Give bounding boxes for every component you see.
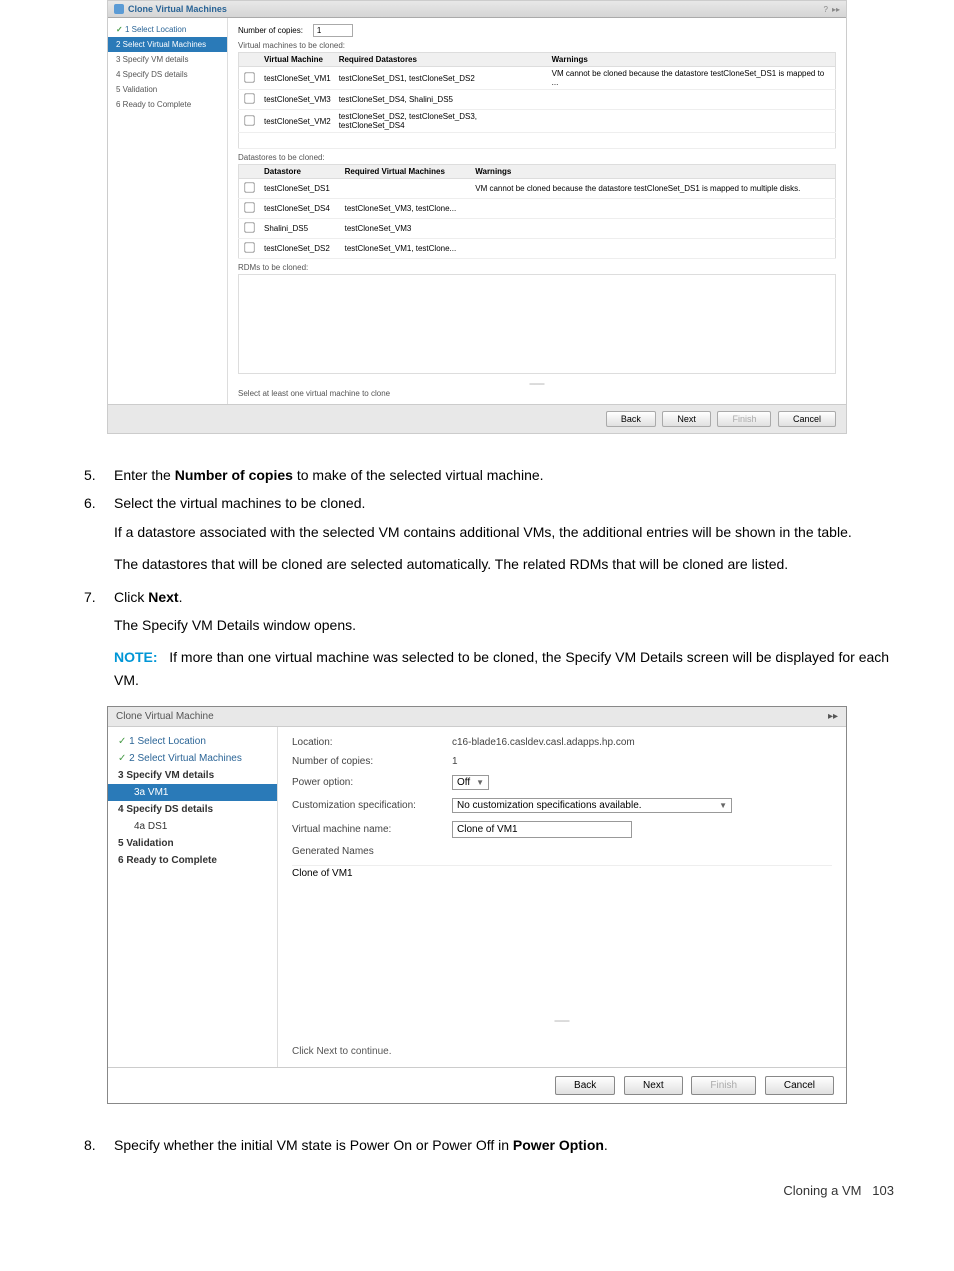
clone-icon [114, 4, 124, 14]
step-number: 5. [84, 464, 114, 486]
note-para: NOTE: If more than one virtual machine w… [114, 646, 894, 691]
ds-table-label: Datastores to be cloned: [238, 153, 836, 162]
wizard-step-vm1[interactable]: 3a VM1 [108, 784, 277, 801]
note-label: NOTE: [114, 649, 158, 665]
clone-vm-dialog: Clone Virtual Machines ? ▸▸ 1 Select Loc… [107, 0, 847, 434]
copies-value: 1 [452, 756, 832, 767]
back-button[interactable]: Back [606, 411, 656, 427]
collapse-icon[interactable]: ▸▸ [832, 5, 840, 14]
vmname-label: Virtual machine name: [292, 824, 452, 835]
wizard-step-select-vms[interactable]: 2 Select Virtual Machines [108, 37, 227, 52]
table-row: Shalini_DS5 testCloneSet_VM3 [239, 219, 836, 239]
step-text: Specify whether the initial VM state is … [114, 1134, 894, 1156]
help-icon[interactable]: ? [824, 5, 828, 14]
rdm-label: RDMs to be cloned: [238, 263, 836, 272]
chevron-down-icon: ▼ [719, 801, 727, 810]
finish-button: Finish [691, 1076, 756, 1095]
num-copies-label: Number of copies: [238, 26, 303, 35]
dialog-footer: Back Next Finish Cancel [108, 404, 846, 433]
step-number: 7. [84, 586, 114, 608]
dialog-title: Clone Virtual Machine [116, 711, 214, 722]
warn-col: Warnings [471, 165, 835, 179]
wizard-step-location[interactable]: 1 Select Location [108, 733, 277, 750]
generated-name-value: Clone of VM1 [292, 868, 353, 879]
location-label: Location: [292, 737, 452, 748]
rdm-list [238, 274, 836, 374]
wizard-step-vm-details: 3 Specify VM details [108, 767, 277, 784]
ds-checkbox[interactable] [244, 242, 254, 252]
table-row: testCloneSet_VM1 testCloneSet_DS1, testC… [239, 67, 836, 90]
body-para: If a datastore associated with the selec… [114, 521, 894, 543]
warn-col-header: Warnings [548, 53, 836, 67]
continue-text: Click Next to continue. [292, 1046, 832, 1057]
wizard-step-select-vms[interactable]: 2 Select Virtual Machines [108, 750, 277, 767]
ds-table: Datastore Required Virtual Machines Warn… [238, 164, 836, 259]
cancel-button[interactable]: Cancel [765, 1076, 834, 1095]
copies-label: Number of copies: [292, 756, 452, 767]
vm-table: Virtual Machine Required Datastores Warn… [238, 52, 836, 149]
chevron-down-icon: ▼ [476, 778, 484, 787]
vm-checkbox[interactable] [244, 72, 254, 82]
step-text: Enter the Number of copies to make of th… [114, 464, 894, 486]
cancel-button[interactable]: Cancel [778, 411, 836, 427]
finish-button: Finish [717, 411, 771, 427]
ds-checkbox[interactable] [244, 182, 254, 192]
power-label: Power option: [292, 777, 452, 788]
step-text: Click Next. [114, 586, 894, 608]
wizard-step-ds-details: 4 Specify DS details [108, 801, 277, 818]
power-option-select[interactable]: Off▼ [452, 775, 489, 790]
dialog-title: Clone Virtual Machines [128, 4, 227, 14]
wizard-step-validation: 5 Validation [108, 82, 227, 97]
validation-message: Select at least one virtual machine to c… [238, 389, 836, 398]
table-row: testCloneSet_DS4 testCloneSet_VM3, testC… [239, 199, 836, 219]
dialog-header: Clone Virtual Machines ? ▸▸ [108, 1, 846, 18]
step-number: 8. [84, 1134, 114, 1156]
vm-col-header: Virtual Machine [260, 53, 335, 67]
vm-name-input[interactable] [452, 821, 632, 838]
reqvm-col: Required Virtual Machines [341, 165, 472, 179]
table-row: testCloneSet_VM3 testCloneSet_DS4, Shali… [239, 90, 836, 110]
wizard-step-ds-details: 4 Specify DS details [108, 67, 227, 82]
page-footer: Cloning a VM 103 [0, 1163, 954, 1218]
ds-col: Datastore [260, 165, 341, 179]
body-para: The datastores that will be cloned are s… [114, 553, 894, 575]
ds-col-header: Required Datastores [335, 53, 548, 67]
wizard-sidebar: 1 Select Location 2 Select Virtual Machi… [108, 727, 278, 1067]
collapse-icon[interactable]: ▸▸ [828, 711, 838, 722]
vm-table-label: Virtual machines to be cloned: [238, 41, 836, 50]
wizard-step-complete: 6 Ready to Complete [108, 852, 277, 869]
ds-checkbox[interactable] [244, 222, 254, 232]
vm-checkbox[interactable] [244, 93, 254, 103]
table-row: testCloneSet_DS2 testCloneSet_VM1, testC… [239, 239, 836, 259]
generated-label: Generated Names [292, 846, 452, 857]
body-para: The Specify VM Details window opens. [114, 614, 894, 636]
num-copies-input[interactable] [313, 24, 353, 37]
table-row: testCloneSet_DS1 VM cannot be cloned bec… [239, 179, 836, 199]
drag-handle-icon[interactable]: ═══ [292, 1017, 832, 1026]
location-value: c16-blade16.casldev.casl.adapps.hp.com [452, 737, 832, 748]
wizard-step-vm-details: 3 Specify VM details [108, 52, 227, 67]
dialog-footer: Back Next Finish Cancel [108, 1067, 846, 1103]
custom-label: Customization specification: [292, 800, 452, 811]
wizard-step-ds1: 4a DS1 [108, 818, 277, 835]
vm-checkbox[interactable] [244, 115, 254, 125]
back-button[interactable]: Back [555, 1076, 615, 1095]
drag-handle-icon[interactable]: ═══ [238, 380, 836, 389]
dialog-header: Clone Virtual Machine ▸▸ [108, 707, 846, 727]
wizard-sidebar: 1 Select Location 2 Select Virtual Machi… [108, 18, 228, 404]
custom-spec-select[interactable]: No customization specifications availabl… [452, 798, 732, 813]
next-button[interactable]: Next [624, 1076, 683, 1095]
wizard-step-complete: 6 Ready to Complete [108, 97, 227, 112]
specify-vm-dialog: Clone Virtual Machine ▸▸ 1 Select Locati… [107, 706, 847, 1104]
wizard-step-validation: 5 Validation [108, 835, 277, 852]
next-button[interactable]: Next [662, 411, 711, 427]
step-number: 6. [84, 492, 114, 514]
step-text: Select the virtual machines to be cloned… [114, 492, 894, 514]
table-row: testCloneSet_VM2 testCloneSet_DS2, testC… [239, 110, 836, 133]
wizard-step-location[interactable]: 1 Select Location [108, 22, 227, 37]
ds-checkbox[interactable] [244, 202, 254, 212]
